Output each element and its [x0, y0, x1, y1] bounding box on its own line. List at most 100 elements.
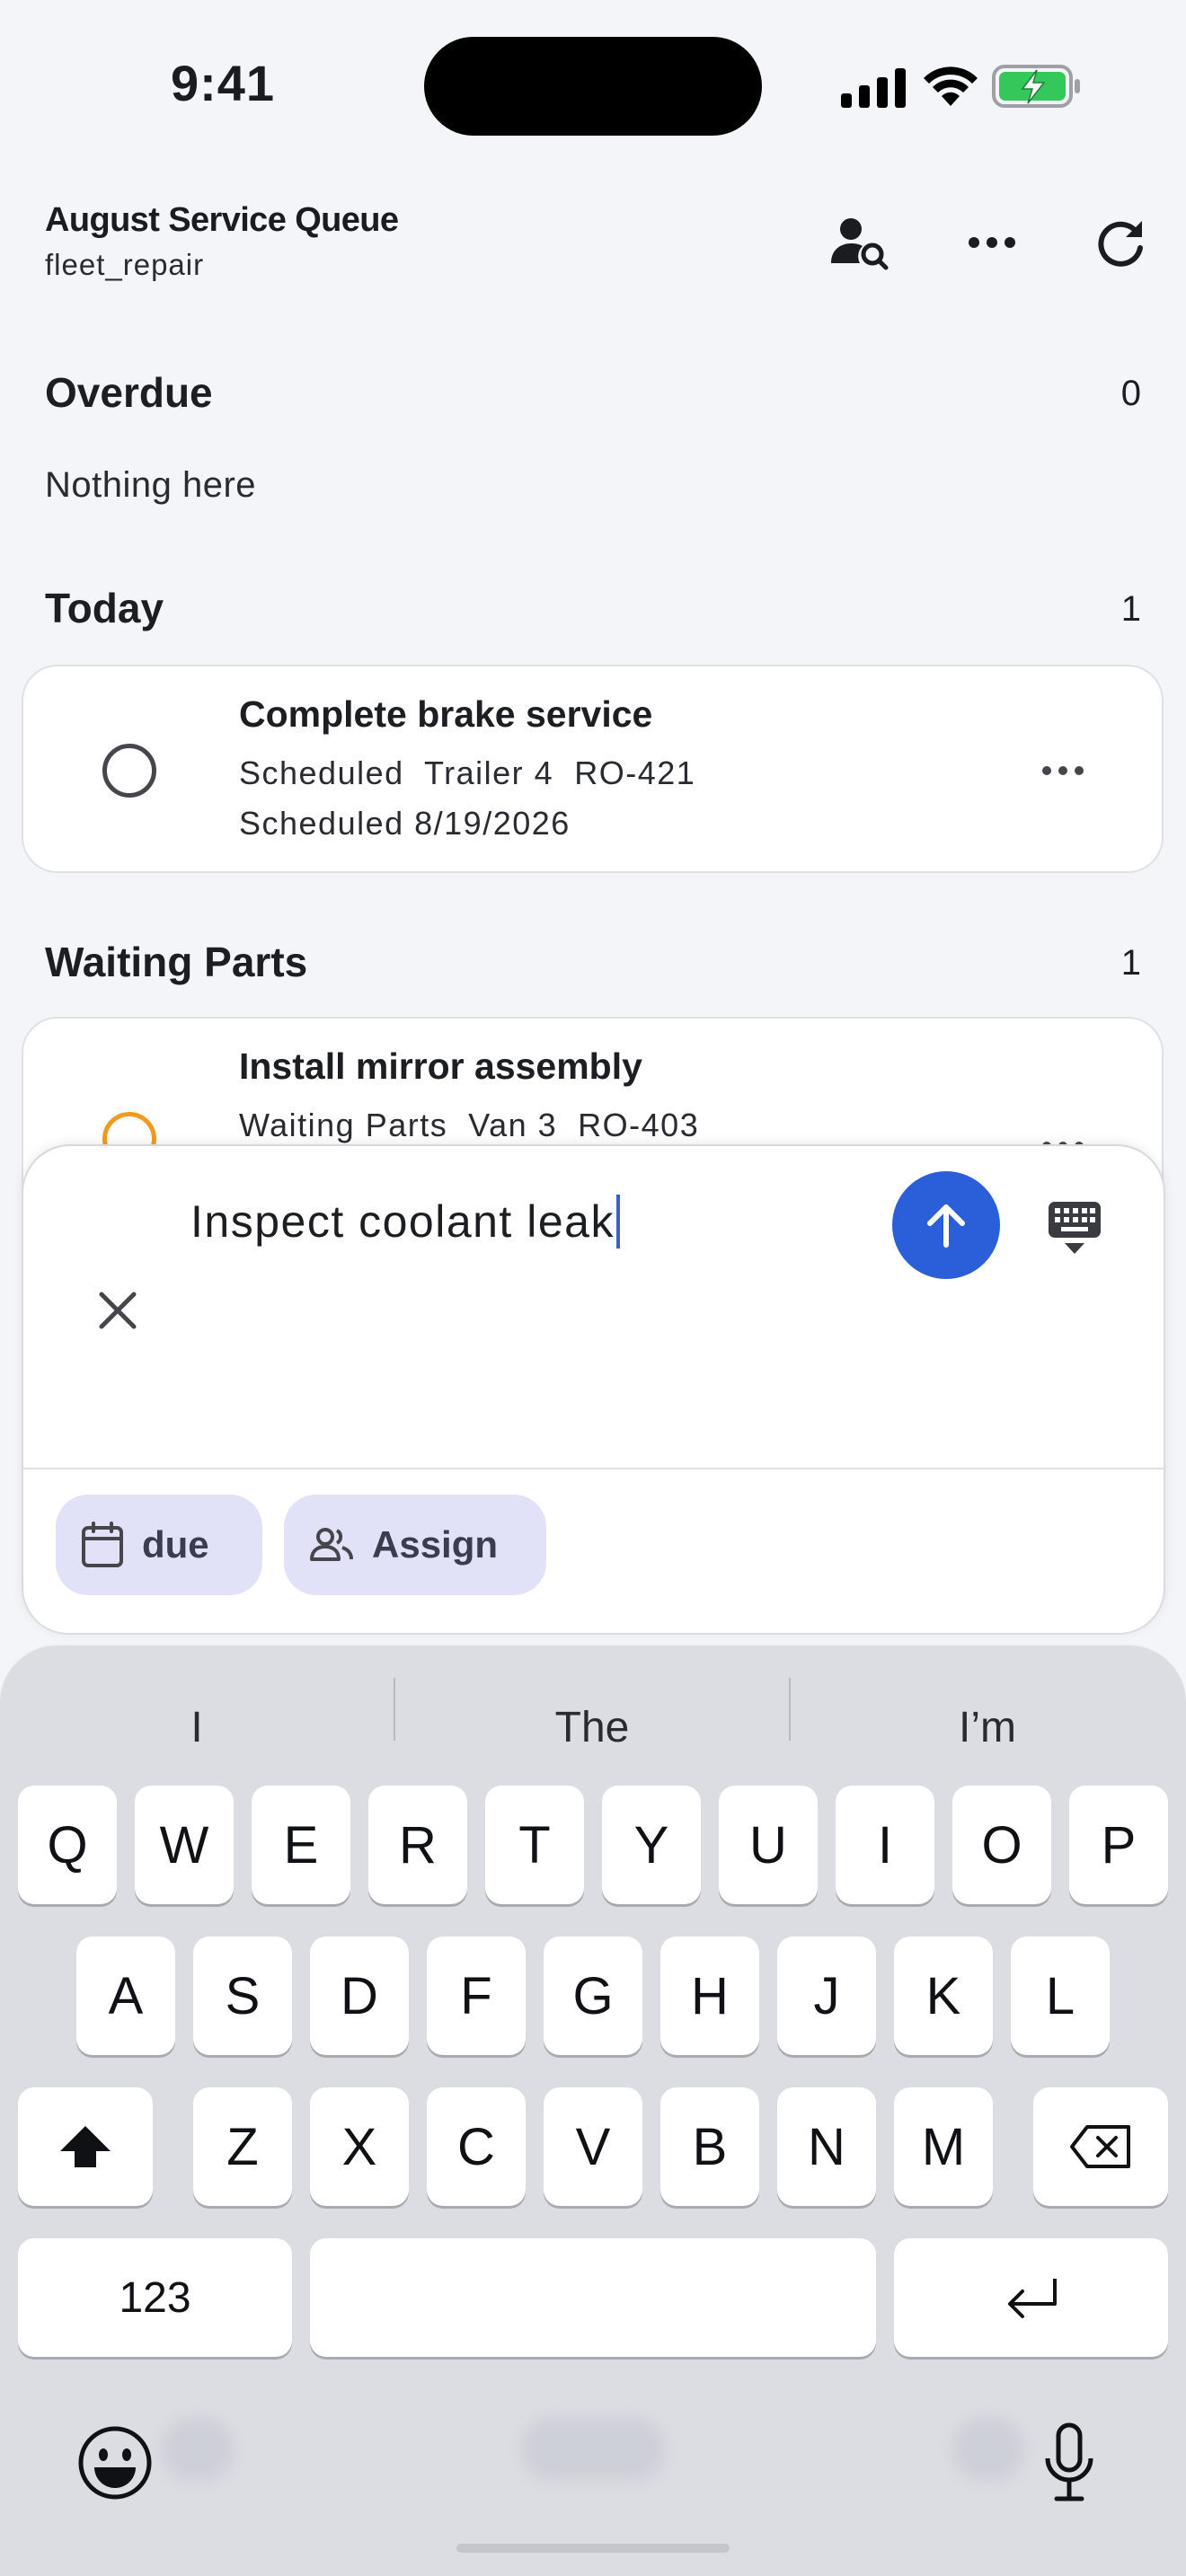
- task-title: Complete brake service: [239, 693, 653, 735]
- key-o[interactable]: O: [952, 1786, 1051, 1904]
- backspace-key[interactable]: [1033, 2087, 1168, 2206]
- key-m[interactable]: M: [894, 2087, 993, 2206]
- task-meta: Waiting Parts Van 3 RO-403: [239, 1107, 699, 1144]
- return-key[interactable]: [894, 2238, 1168, 2357]
- key-z[interactable]: Z: [193, 2087, 292, 2206]
- section-count-waiting-parts: 1: [1120, 943, 1141, 983]
- task-vehicle: Van 3: [468, 1107, 558, 1143]
- blurred-tab-icon: [952, 2418, 1024, 2481]
- due-date-chip[interactable]: due: [56, 1495, 262, 1595]
- dot: [1058, 766, 1067, 775]
- task-title-input[interactable]: Inspect coolant leak: [190, 1186, 891, 1257]
- backspace-icon: [1070, 2125, 1130, 2168]
- page-title: August Service Queue: [45, 201, 399, 239]
- dictation-button[interactable]: [1033, 2418, 1105, 2508]
- key-d[interactable]: D: [310, 1936, 409, 2055]
- task-more-button[interactable]: [1036, 753, 1090, 789]
- refresh-icon: [1098, 221, 1143, 267]
- shift-key[interactable]: [18, 2087, 153, 2206]
- arrow-up-icon: [927, 1204, 965, 1248]
- key-q[interactable]: Q: [18, 1786, 117, 1904]
- key-e[interactable]: E: [252, 1786, 350, 1904]
- status-bar: 9:41: [0, 0, 1186, 171]
- key-a[interactable]: A: [76, 1936, 175, 2055]
- person-search-icon: [831, 218, 889, 270]
- refresh-button[interactable]: [1089, 210, 1154, 275]
- task-date: Scheduled 8/19/2026: [239, 805, 571, 842]
- dot: [1075, 766, 1084, 775]
- emoji-icon: [78, 2426, 152, 2500]
- numbers-key[interactable]: 123: [18, 2238, 292, 2357]
- close-icon: [99, 1292, 137, 1329]
- find-assignee-button[interactable]: [827, 210, 891, 275]
- task-title-input-value: Inspect coolant leak: [190, 1196, 615, 1247]
- dismiss-keyboard-button[interactable]: [1039, 1193, 1111, 1265]
- blurred-tab-icon: [521, 2418, 665, 2481]
- suggestion-3[interactable]: I’m: [791, 1687, 1184, 1768]
- dynamic-island: [424, 37, 762, 136]
- task-order: RO-403: [578, 1107, 700, 1143]
- cellular-signal-icon: [841, 68, 906, 108]
- key-y[interactable]: Y: [602, 1786, 701, 1904]
- project-name: fleet_repair: [45, 248, 205, 281]
- software-keyboard: I The I’m Q W E R T Y U I O P A S D F G …: [0, 1645, 1186, 2576]
- more-options-button[interactable]: [960, 210, 1024, 275]
- task-status: Scheduled: [239, 754, 404, 791]
- task-meta: Scheduled Trailer 4 RO-421: [239, 754, 695, 792]
- section-count-overdue: 0: [1120, 374, 1141, 413]
- people-icon: [310, 1528, 353, 1561]
- key-t[interactable]: T: [485, 1786, 584, 1904]
- key-n[interactable]: N: [777, 2087, 876, 2206]
- key-f[interactable]: F: [427, 1936, 526, 2055]
- more-horizontal-icon: [969, 237, 1015, 248]
- key-u[interactable]: U: [719, 1786, 818, 1904]
- key-k[interactable]: K: [894, 1936, 993, 2055]
- suggestion-1[interactable]: I: [0, 1687, 394, 1768]
- key-h[interactable]: H: [660, 1936, 759, 2055]
- key-p[interactable]: P: [1069, 1786, 1168, 1904]
- quick-add-sheet: Inspect coolant leak due Assign: [23, 1146, 1164, 1633]
- key-w[interactable]: W: [135, 1786, 234, 1904]
- microphone-icon: [1045, 2422, 1093, 2501]
- keyboard-hide-icon: [1049, 1202, 1101, 1254]
- submit-task-button[interactable]: [892, 1171, 1000, 1279]
- key-s[interactable]: S: [193, 1936, 292, 2055]
- wifi-icon: [924, 66, 978, 106]
- complete-checkbox[interactable]: [102, 744, 156, 798]
- home-indicator: [456, 2544, 730, 2553]
- assign-chip[interactable]: Assign: [284, 1495, 546, 1595]
- key-g[interactable]: G: [544, 1936, 642, 2055]
- key-b[interactable]: B: [660, 2087, 759, 2206]
- calendar-icon: [82, 1522, 123, 1567]
- key-c[interactable]: C: [427, 2087, 526, 2206]
- section-count-today: 1: [1120, 589, 1141, 629]
- task-vehicle: Trailer 4: [424, 754, 554, 791]
- task-title: Install mirror assembly: [239, 1045, 642, 1087]
- blurred-tab-icon: [162, 2418, 234, 2481]
- return-icon: [1007, 2279, 1057, 2318]
- key-x[interactable]: X: [310, 2087, 409, 2206]
- dot: [1042, 766, 1051, 775]
- key-l[interactable]: L: [1011, 1936, 1110, 2055]
- emoji-button[interactable]: [74, 2422, 156, 2504]
- key-i[interactable]: I: [836, 1786, 934, 1904]
- key-v[interactable]: V: [544, 2087, 642, 2206]
- assign-chip-label: Assign: [372, 1523, 499, 1566]
- task-order: RO-421: [574, 754, 696, 791]
- section-title-today: Today: [45, 585, 164, 631]
- suggestion-2[interactable]: The: [395, 1687, 789, 1768]
- battery-charging-icon: [992, 65, 1080, 108]
- key-j[interactable]: J: [777, 1936, 876, 2055]
- space-key[interactable]: [310, 2238, 876, 2357]
- close-composer-button[interactable]: [86, 1279, 149, 1342]
- section-title-waiting-parts: Waiting Parts: [45, 939, 308, 985]
- task-card[interactable]: Complete brake service Scheduled Trailer…: [22, 665, 1164, 873]
- divider: [23, 1468, 1164, 1469]
- empty-state-text: Nothing here: [45, 465, 257, 505]
- text-caret: [615, 1195, 620, 1248]
- section-title-overdue: Overdue: [45, 369, 213, 416]
- key-r[interactable]: R: [368, 1786, 467, 1904]
- due-date-chip-label: due: [142, 1523, 209, 1566]
- task-status: Waiting Parts: [239, 1107, 448, 1143]
- status-time: 9:41: [170, 55, 276, 111]
